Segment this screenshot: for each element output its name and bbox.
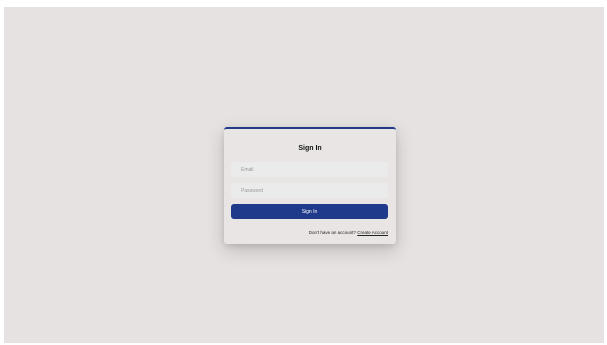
create-account-link[interactable]: Create Account (357, 230, 388, 235)
signin-button[interactable]: Sign In (231, 204, 388, 219)
signup-prompt-text: Don't have an account? (308, 230, 356, 235)
email-input[interactable] (231, 162, 388, 177)
signup-prompt: Don't have an account? Create Account (309, 230, 388, 235)
signin-title: Sign In (298, 145, 322, 152)
page-background: Sign In Sign In Don't have an account? C… (4, 7, 604, 343)
signin-card: Sign In Sign In Don't have an account? C… (224, 127, 396, 244)
password-input[interactable] (231, 183, 388, 198)
